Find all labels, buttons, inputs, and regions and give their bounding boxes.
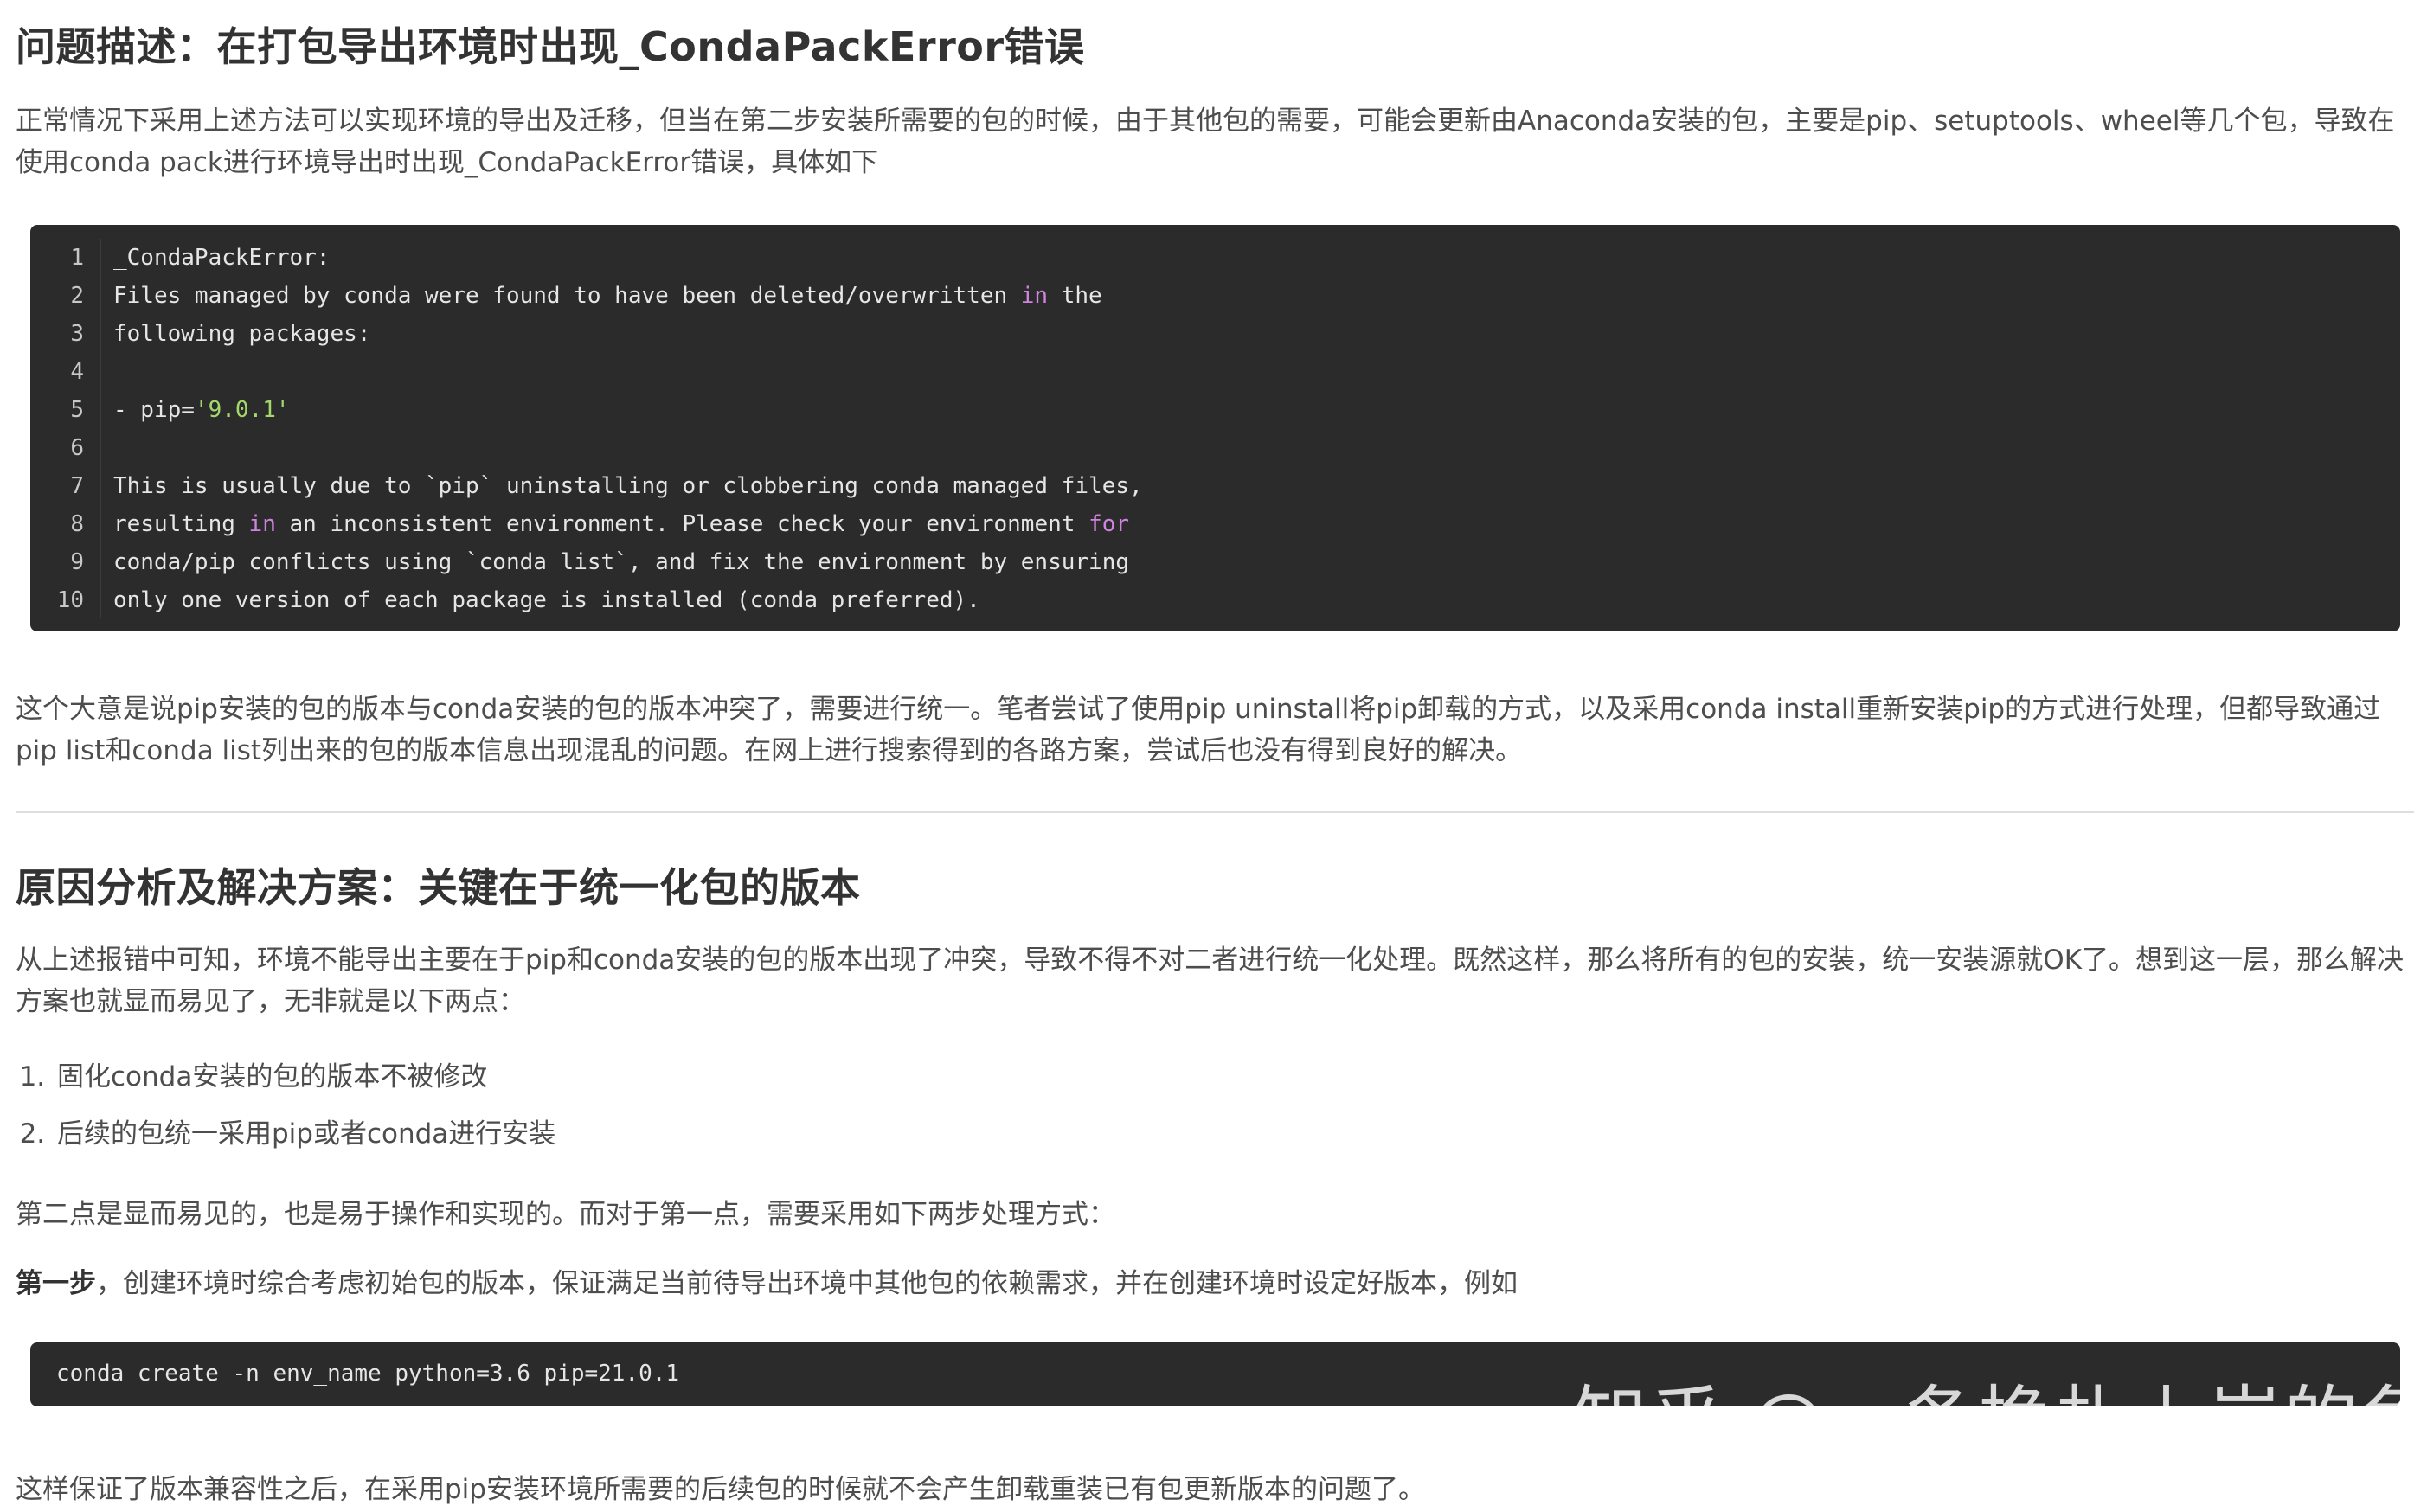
code-text: conda/pip conflicts using `conda list`, … — [113, 543, 1129, 581]
code-token: an inconsistent environment. Please chec… — [275, 511, 1089, 537]
code-token: conda/pip conflicts using `conda list`, … — [113, 549, 1129, 575]
list-item: 固化conda安装的包的版本不被修改 — [54, 1048, 555, 1105]
section-divider — [16, 811, 2414, 813]
code-text: This is usually due to `pip` uninstallin… — [113, 467, 1143, 505]
line-number: 9 — [70, 549, 84, 575]
code-token: following packages: — [113, 321, 371, 347]
zhihu-watermark: 知乎 @一条挣扎上岸的鱼 — [1573, 1378, 2427, 1464]
line-number: 6 — [70, 435, 84, 461]
code-text: only one version of each package is inst… — [113, 581, 980, 619]
line-number: 10 — [56, 587, 84, 613]
line-number: 2 — [70, 283, 84, 309]
code-token: only one version of each package is inst… — [113, 587, 980, 613]
line-number: 8 — [70, 511, 84, 537]
code-line: 9 conda/pip conflicts using `conda list`,… — [30, 543, 2400, 581]
code-text: following packages: — [113, 315, 370, 353]
steps-intro: 第二点是显而易见的，也是易于操作和实现的。而对于第一点，需要采用如下两步处理方式… — [16, 1199, 1115, 1230]
code-line: 4 — [30, 353, 2400, 391]
code-token: _CondaPackError: — [113, 245, 331, 271]
code-line: 1 _CondaPackError: — [30, 239, 2400, 277]
line-number: 3 — [70, 321, 84, 347]
error-code-block: 1 _CondaPackError: 2 Files managed by conda… — [30, 225, 2400, 631]
keyword-token: in — [1020, 283, 1049, 309]
code-text: Files managed by conda were found to hav… — [113, 277, 1102, 315]
step-one-text: ，创建环境时综合考虑初始包的版本，保证满足当前待导出环境中其他包的依赖需求，并在… — [96, 1268, 1518, 1299]
code-line: 8 resulting in an inconsistent environmen… — [30, 505, 2400, 543]
code-line: 3 following packages: — [30, 315, 2400, 353]
error-explanation: 这个大意是说pip安装的包的版本与conda安装的包的版本冲突了，需要进行统一。… — [16, 694, 2381, 766]
code-text: _CondaPackError: — [113, 239, 330, 277]
line-number: 7 — [70, 473, 84, 499]
code-line: conda create -n env_name python=3.6 pip=… — [56, 1361, 680, 1387]
solution-steps-list: 固化conda安装的包的版本不被修改 后续的包统一采用pip或者conda进行安… — [16, 1048, 555, 1163]
code-line: 2 Files managed by conda were found to ha… — [30, 277, 2400, 315]
keyword-token: in — [248, 511, 276, 537]
code-lines: 1 _CondaPackError: 2 Files managed by conda… — [30, 239, 2400, 619]
conclusion-paragraph: 这样保证了版本兼容性之后，在采用pip安装环境所需要的后续包的时候就不会产生卸载… — [16, 1474, 1425, 1505]
code-text: resulting in an inconsistent environment… — [113, 505, 1129, 543]
cause-analysis: 从上述报错中可知，环境不能导出主要在于pip和conda安装的包的版本出现了冲突… — [16, 945, 2405, 1017]
line-number: 5 — [70, 397, 84, 423]
code-token: Files managed by conda were found to hav… — [113, 283, 1021, 309]
keyword-token: for — [1088, 511, 1130, 537]
line-number: 4 — [70, 359, 84, 385]
code-token: resulting — [113, 511, 249, 537]
string-token: '9.0.1' — [194, 397, 290, 423]
code-token: - pip= — [113, 397, 195, 423]
code-line: 10 only one version of each package is in… — [30, 581, 2400, 619]
code-token: the — [1048, 283, 1102, 309]
section-heading-problem: 问题描述：在打包导出环境时出现_CondaPackError错误 — [16, 23, 1085, 70]
step-one-label: 第一步 — [16, 1268, 96, 1299]
code-line: 5 - pip='9.0.1' — [30, 391, 2400, 429]
problem-description: 正常情况下采用上述方法可以实现环境的导出及迁移，但当在第二步安装所需要的包的时候… — [16, 106, 2395, 178]
line-number: 1 — [70, 245, 84, 271]
section-heading-solution: 原因分析及解决方案：关键在于统一化包的版本 — [16, 864, 861, 911]
code-token: This is usually due to `pip` uninstallin… — [113, 473, 1143, 499]
code-line: 7 This is usually due to `pip` uninstalli… — [30, 467, 2400, 505]
step-one-paragraph: 第一步，创建环境时综合考虑初始包的版本，保证满足当前待导出环境中其他包的依赖需求… — [16, 1263, 2414, 1304]
code-text: - pip='9.0.1' — [113, 391, 290, 429]
list-item: 后续的包统一采用pip或者conda进行安装 — [54, 1105, 555, 1163]
code-line: 6 — [30, 429, 2400, 467]
